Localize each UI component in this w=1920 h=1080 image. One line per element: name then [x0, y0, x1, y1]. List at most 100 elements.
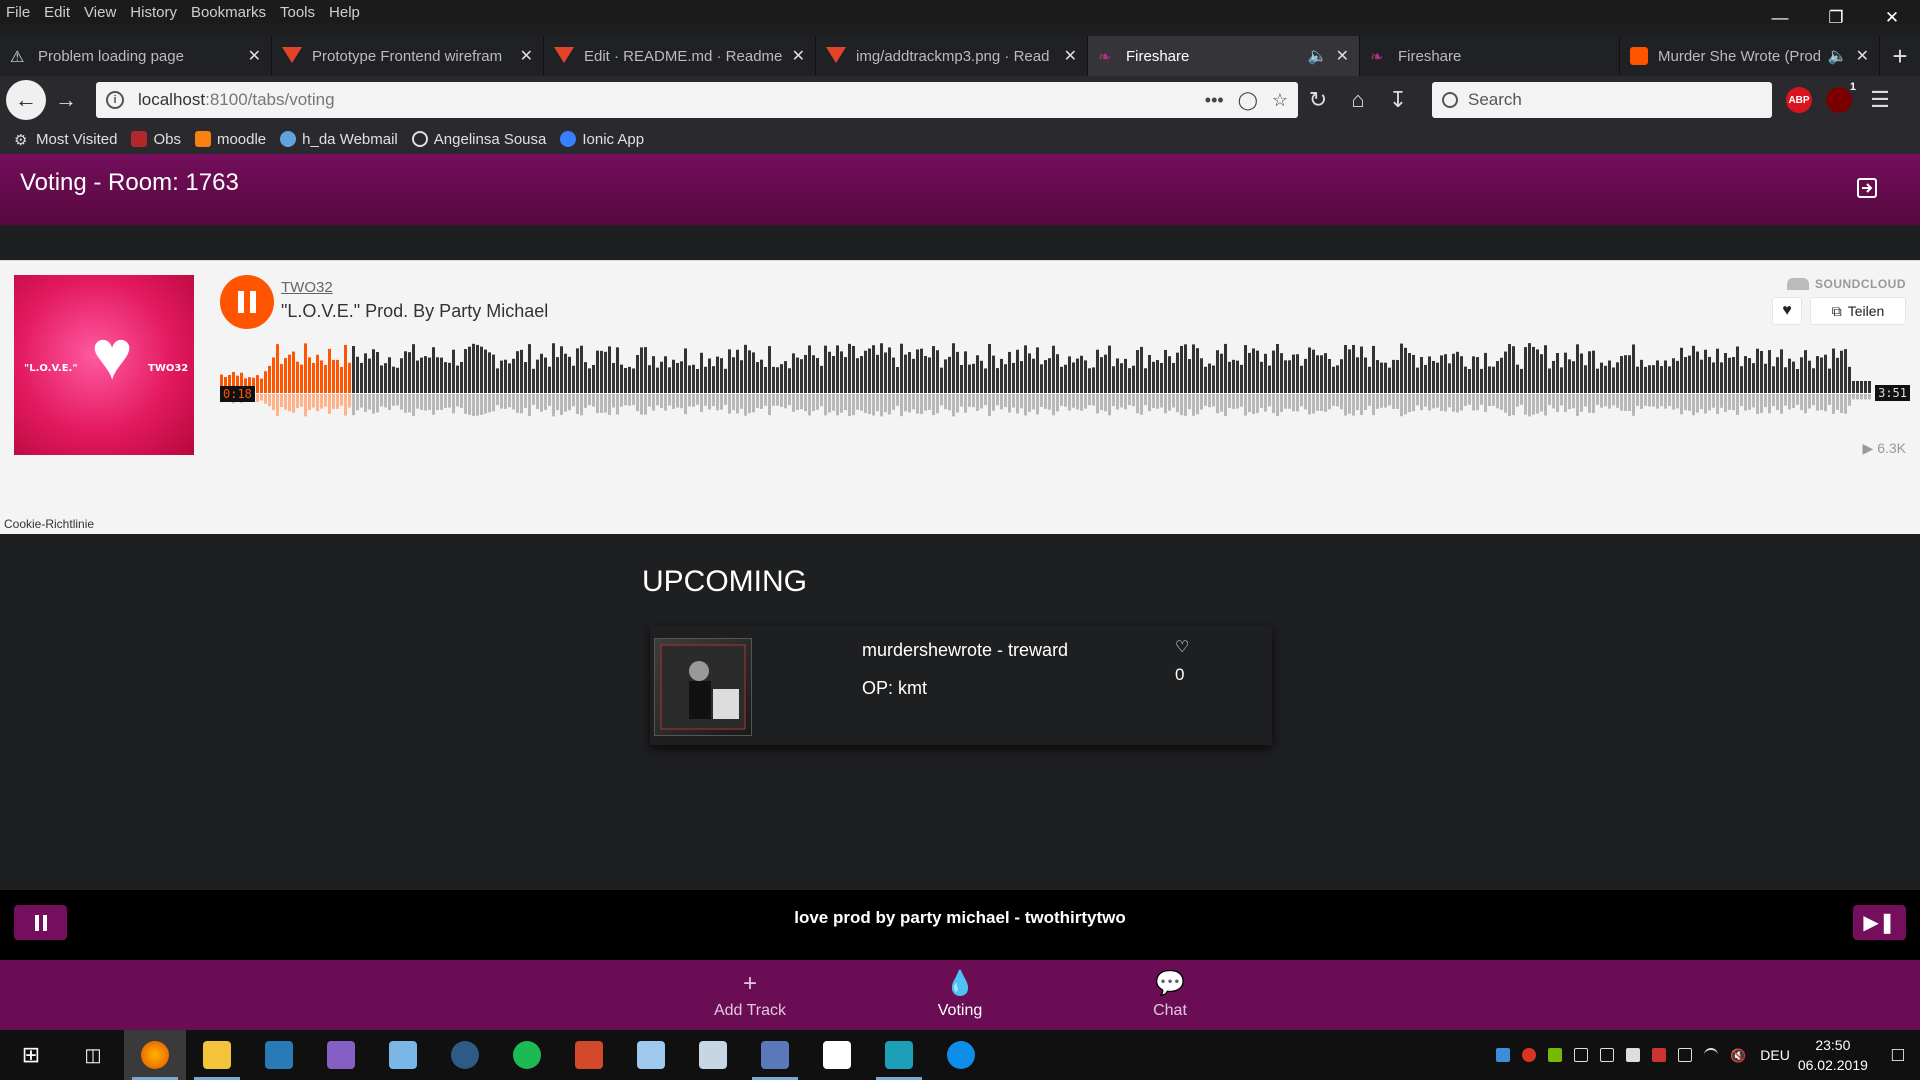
tab-chat[interactable]: 💬 Chat: [1065, 960, 1275, 1030]
upcoming-track-card[interactable]: murdershewrote - treward OP: kmt ♡ 0: [650, 625, 1272, 745]
bookmark-webmail[interactable]: h_da Webmail: [280, 131, 398, 148]
browser-tab[interactable]: ⚠ Problem loading page ✕: [0, 36, 272, 76]
close-tab-icon[interactable]: ✕: [1336, 46, 1349, 66]
browser-tab[interactable]: ❧ Fireshare: [1360, 36, 1620, 76]
pause-button[interactable]: [14, 905, 67, 940]
nvidia-icon[interactable]: [1548, 1048, 1563, 1062]
adblock-icon[interactable]: ABP: [1786, 87, 1812, 113]
logout-icon[interactable]: [1854, 175, 1880, 201]
close-tab-icon[interactable]: ✕: [248, 46, 261, 66]
soundcloud-pause-button[interactable]: [220, 275, 274, 329]
search-input[interactable]: Search: [1432, 82, 1772, 118]
usb-icon[interactable]: [1574, 1048, 1589, 1062]
skip-next-button[interactable]: ▶❚: [1853, 905, 1906, 940]
taskbar-spotify[interactable]: [496, 1030, 558, 1080]
mute-tab-icon[interactable]: 🔈: [1308, 46, 1328, 66]
start-button[interactable]: ⊞: [0, 1030, 62, 1080]
close-window-button[interactable]: ✕: [1864, 0, 1920, 36]
bookmark-ionic-app[interactable]: Ionic App: [560, 131, 644, 148]
waveform-reflection: [304, 394, 307, 417]
tab-voting[interactable]: 💧 Voting: [855, 960, 1065, 1030]
taskbar-webstorm[interactable]: [868, 1030, 930, 1080]
waveform-reflection: [740, 394, 743, 409]
taskbar-teamspeak[interactable]: [434, 1030, 496, 1080]
taskbar-firefox[interactable]: [124, 1030, 186, 1080]
browser-tab[interactable]: Prototype Frontend wirefram ✕: [272, 36, 544, 76]
bookmark-most-visited[interactable]: ⚙ Most Visited: [14, 131, 117, 150]
page-actions-icon[interactable]: •••: [1205, 90, 1224, 111]
restore-button[interactable]: ❐: [1808, 0, 1864, 36]
pocket-icon[interactable]: ◯: [1238, 90, 1258, 111]
bookmark-moodle[interactable]: moodle: [194, 131, 266, 148]
vote-heart-icon[interactable]: ♡: [1175, 637, 1189, 657]
taskbar-mongodb[interactable]: [806, 1030, 868, 1080]
menu-history[interactable]: History: [130, 4, 177, 21]
dropbox-icon[interactable]: [1626, 1048, 1641, 1062]
menu-help[interactable]: Help: [329, 4, 360, 21]
taskbar-app[interactable]: [248, 1030, 310, 1080]
cookie-policy-link[interactable]: Cookie-Richtlinie: [4, 517, 94, 531]
soundcloud-logo[interactable]: SOUNDCLOUD: [1787, 277, 1906, 291]
clock[interactable]: 23:50 06.02.2019: [1798, 1035, 1868, 1075]
wifi-icon[interactable]: [1704, 1048, 1719, 1062]
menu-view[interactable]: View: [84, 4, 116, 21]
reload-icon[interactable]: ↻: [1298, 80, 1338, 120]
home-icon[interactable]: ⌂: [1338, 80, 1378, 120]
waveform[interactable]: [220, 343, 1872, 419]
play-count: ▶ 6.3K: [1862, 440, 1906, 456]
browser-tab[interactable]: Edit · README.md · Readme ✕: [544, 36, 816, 76]
taskbar-app[interactable]: [620, 1030, 682, 1080]
tray-app-icon[interactable]: [1496, 1048, 1511, 1062]
download-icon[interactable]: ↧: [1378, 80, 1418, 120]
language-indicator[interactable]: DEU: [1760, 1047, 1790, 1063]
waveform-bar: [1384, 362, 1387, 393]
close-tab-icon[interactable]: ✕: [1856, 46, 1869, 66]
waveform-reflection: [344, 394, 347, 416]
menu-tools[interactable]: Tools: [280, 4, 315, 21]
close-tab-icon[interactable]: ✕: [520, 46, 533, 66]
track-title[interactable]: "L.O.V.E." Prod. By Party Michael: [281, 301, 548, 322]
close-tab-icon[interactable]: ✕: [1064, 46, 1077, 66]
back-button[interactable]: ←: [6, 80, 46, 120]
url-text[interactable]: localhost:8100/tabs/voting: [138, 90, 1191, 110]
taskbar-app[interactable]: [682, 1030, 744, 1080]
like-button[interactable]: ♥: [1772, 297, 1802, 325]
bookmark-star-icon[interactable]: ☆: [1272, 90, 1288, 111]
taskbar-teamviewer[interactable]: [930, 1030, 992, 1080]
forward-button[interactable]: →: [46, 80, 86, 120]
taskbar-explorer[interactable]: [186, 1030, 248, 1080]
tray-alert-icon[interactable]: [1522, 1048, 1537, 1062]
taskbar-app[interactable]: [744, 1030, 806, 1080]
url-bar[interactable]: i localhost:8100/tabs/voting ••• ◯ ☆: [96, 82, 1298, 118]
share-button[interactable]: ⧉ Teilen: [1810, 297, 1906, 325]
browser-tab[interactable]: img/addtrackmp3.png · Read ✕: [816, 36, 1088, 76]
device-icon[interactable]: [1600, 1048, 1615, 1062]
browser-tab-active[interactable]: ❧ Fireshare 🔈 ✕: [1088, 36, 1360, 76]
ublock-icon[interactable]: 1: [1826, 81, 1856, 113]
taskbar-virtualbox[interactable]: [372, 1030, 434, 1080]
bookmark-angelinsa[interactable]: Angelinsa Sousa: [411, 131, 546, 148]
taskbar-app[interactable]: [558, 1030, 620, 1080]
browser-tab[interactable]: Murder She Wrote (Prod. 🔈 ✕: [1620, 36, 1880, 76]
volume-muted-icon[interactable]: 🔇: [1730, 1048, 1746, 1063]
info-icon[interactable]: i: [106, 91, 124, 109]
waveform-bar: [716, 356, 719, 393]
menu-file[interactable]: File: [6, 4, 30, 21]
new-tab-button[interactable]: +: [1880, 36, 1920, 76]
minimize-button[interactable]: —: [1752, 0, 1808, 36]
task-view-button[interactable]: ◫: [62, 1030, 124, 1080]
waveform-bar: [900, 343, 903, 393]
battery-icon[interactable]: [1678, 1048, 1693, 1062]
tab-add-track[interactable]: + Add Track: [645, 960, 855, 1030]
waveform-bar: [840, 351, 843, 393]
shield-icon[interactable]: [1652, 1048, 1667, 1062]
taskbar-visual-studio[interactable]: [310, 1030, 372, 1080]
mute-tab-icon[interactable]: 🔈: [1828, 46, 1848, 66]
notifications-icon[interactable]: □: [1892, 1044, 1904, 1067]
bookmark-obs[interactable]: Obs: [131, 131, 181, 148]
menu-edit[interactable]: Edit: [44, 4, 70, 21]
track-artist-link[interactable]: TWO32: [281, 279, 333, 296]
close-tab-icon[interactable]: ✕: [792, 46, 805, 66]
menu-bookmarks[interactable]: Bookmarks: [191, 4, 266, 21]
hamburger-menu-icon[interactable]: ☰: [1860, 80, 1900, 120]
